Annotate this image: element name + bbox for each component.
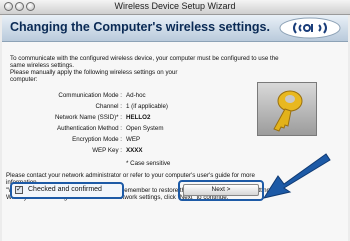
brother-wireless-logo-icon bbox=[279, 17, 341, 39]
intro-text-4: computer: bbox=[10, 76, 38, 83]
setting-value: Open System bbox=[126, 125, 164, 132]
setting-label: Authentication Method : bbox=[56, 125, 122, 132]
key-icon bbox=[273, 90, 303, 132]
confirm-checkbox-group[interactable]: ✓ Checked and confirmed bbox=[10, 182, 124, 199]
setting-value: WEP bbox=[126, 136, 141, 143]
intro-text-3: Please manually apply the following wire… bbox=[10, 69, 178, 76]
setting-value: XXXX bbox=[126, 147, 143, 154]
setting-label: WEP Key : bbox=[92, 147, 122, 154]
main-content: To communicate with the configured wirel… bbox=[2, 42, 348, 241]
setting-value: HELLO2 bbox=[126, 114, 151, 121]
confirm-checkbox[interactable]: ✓ bbox=[15, 186, 23, 194]
next-button-highlight: Next > bbox=[178, 180, 264, 201]
title-bar: Wireless Device Setup Wizard bbox=[0, 0, 350, 15]
page-title: Changing the Computer's wireless setting… bbox=[10, 20, 270, 34]
page-header: Changing the Computer's wireless setting… bbox=[2, 15, 348, 42]
case-note: * Case sensitive bbox=[126, 160, 171, 167]
setting-value: 1 (if applicable) bbox=[126, 103, 168, 110]
setting-label: Encryption Mode : bbox=[72, 136, 122, 143]
intro-text-2: same wireless settings. bbox=[10, 62, 74, 69]
confirm-checkbox-label[interactable]: Checked and confirmed bbox=[28, 186, 102, 193]
setting-label: Communication Mode : bbox=[58, 92, 122, 99]
setting-label: Network Name (SSID)* : bbox=[54, 114, 122, 121]
key-image bbox=[257, 82, 317, 136]
next-button[interactable]: Next > bbox=[183, 184, 259, 196]
wizard-window: Wireless Device Setup Wizard Changing th… bbox=[0, 0, 350, 241]
pointer-arrow-icon bbox=[262, 153, 331, 199]
setting-value: Ad-hoc bbox=[126, 92, 146, 99]
window-title: Wireless Device Setup Wizard bbox=[114, 1, 236, 11]
setting-label: Channel : bbox=[95, 103, 123, 110]
intro-text-1: To communicate with the configured wirel… bbox=[10, 55, 279, 62]
footer-text-1: Please contact your network administrato… bbox=[6, 172, 255, 179]
